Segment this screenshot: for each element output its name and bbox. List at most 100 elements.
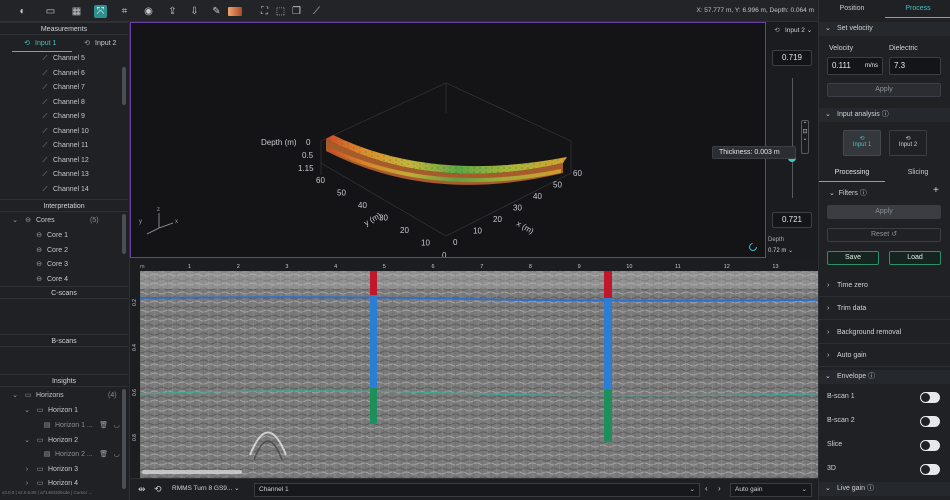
horizon2-sub[interactable]: ▤ Horizon 2 ... 🗑 ◡: [42, 448, 125, 462]
cscans-header[interactable]: C-scans: [0, 286, 128, 299]
trim-data-item[interactable]: › Trim data: [819, 298, 950, 320]
info-icon[interactable]: ⓘ: [860, 190, 867, 197]
3d-view[interactable]: Depth (m) 0 0.5 1.15 y (m) 60 50 40 30 20 10 0 x…: [130, 22, 766, 260]
measurements-header[interactable]: Measurements: [0, 22, 128, 35]
bscan-plot[interactable]: m 1 2 3 4 5 6 7 8 9 10 11 12 13 0.20.40.60.8: [130, 260, 819, 478]
channel-item[interactable]: ⟋ Channel 8: [40, 96, 85, 110]
trash-icon[interactable]: 🗑: [99, 419, 109, 433]
info-icon[interactable]: ⓘ: [882, 111, 889, 118]
dielectric-input[interactable]: 7.3: [889, 57, 941, 75]
bscan1-toggle[interactable]: [920, 392, 940, 403]
add-filter-icon[interactable]: +: [933, 185, 939, 196]
info-icon[interactable]: ⓘ: [867, 485, 874, 492]
crop-tool-icon[interactable]: ⌗: [118, 5, 131, 18]
horizon1-item[interactable]: ⌄ ▭ Horizon 1: [22, 404, 78, 418]
next-channel-icon[interactable]: ›: [718, 484, 721, 493]
core-marker-2[interactable]: [604, 271, 612, 442]
input1-tab[interactable]: ⟲ Input 1: [22, 37, 56, 51]
slider-lock-controls[interactable]: ⌃ ⊡ ⌄: [801, 120, 809, 154]
3d-toggle[interactable]: [920, 464, 940, 475]
set-velocity-header[interactable]: ⌄ Set velocity: [819, 22, 950, 36]
layout-tool-icon[interactable]: ▭: [44, 5, 57, 18]
horizon1-sub[interactable]: ▤ Horizon 1 ... 🗑 ◡: [42, 419, 125, 433]
bscan-view[interactable]: m 1 2 3 4 5 6 7 8 9 10 11 12 13 0.2 0.4 0.6 0.8: [130, 260, 819, 478]
reset-button[interactable]: Reset ↺: [827, 228, 941, 242]
colormap-swatch[interactable]: [228, 7, 242, 16]
3d-plot[interactable]: Depth (m) 00.51.15 y (m) 6050403020100 x…: [131, 23, 765, 260]
envelope-header[interactable]: ⌄ Envelope ⓘ: [819, 370, 950, 384]
input2-tab[interactable]: ⟲ Input 2: [82, 37, 116, 51]
channel-item[interactable]: ⟋ Channel 5: [40, 52, 85, 66]
color-tool-icon[interactable]: ✎: [210, 5, 223, 18]
tab-slicing[interactable]: Slicing: [885, 164, 950, 182]
depth-value-select[interactable]: 0.72 m ⌄: [768, 247, 793, 254]
filters-apply-button[interactable]: Apply: [827, 205, 941, 219]
channel-item[interactable]: ⟋ Channel 14: [40, 183, 89, 197]
fullscreen-icon[interactable]: ⛶: [258, 5, 271, 18]
export-icon[interactable]: ⇪: [166, 5, 179, 18]
channel-item[interactable]: ⟋ Channel 12: [40, 154, 89, 168]
core-item[interactable]: ⊖ Core 4: [34, 273, 68, 287]
insights-header[interactable]: Insights: [0, 374, 128, 387]
visibility-icon[interactable]: ◉: [142, 5, 155, 18]
bscans-header[interactable]: B-scans: [0, 334, 128, 347]
live-gain-header[interactable]: ⌄ Live gain ⓘ: [819, 482, 950, 496]
depth-bottom-value[interactable]: 0.721: [772, 212, 812, 228]
bscan2-toggle[interactable]: [920, 416, 940, 427]
channel-select[interactable]: Channel 1 ⌄: [254, 483, 700, 497]
file-select[interactable]: RMMS Turn 8 GS9... ⌄: [168, 483, 248, 497]
auto-gain-item[interactable]: › Auto gain: [819, 345, 950, 367]
grid-tool-icon[interactable]: ▦: [70, 5, 83, 18]
velocity-input[interactable]: 0.111 m/ns: [827, 57, 883, 75]
visible-icon[interactable]: ◡: [112, 419, 122, 433]
horizon3-item[interactable]: › ▭ Horizon 3: [22, 463, 78, 477]
load-button[interactable]: Load: [889, 251, 941, 265]
slice-toggle[interactable]: [920, 440, 940, 451]
input1-analysis-button[interactable]: ⟲ Input 1: [843, 130, 881, 156]
depth-top-value[interactable]: 0.719: [772, 50, 812, 66]
channel-item[interactable]: ⟋ Channel 13: [40, 168, 89, 182]
velocity-apply-button[interactable]: Apply: [827, 83, 941, 97]
cores-group[interactable]: ⌄ ⊖ Cores: [10, 214, 55, 228]
time-zero-item[interactable]: › Time zero: [819, 275, 950, 297]
prev-channel-icon[interactable]: ‹: [705, 484, 708, 493]
insights-scrollbar[interactable]: [122, 389, 126, 489]
download-icon[interactable]: ⇩: [188, 5, 201, 18]
input-select[interactable]: ⟲ Input 2 ⌄: [768, 25, 814, 39]
transform-tool-icon[interactable]: ⤧: [94, 5, 107, 18]
input2-analysis-button[interactable]: ⟲ Input 2: [889, 130, 927, 156]
tab-processing[interactable]: Processing: [819, 164, 885, 182]
channel-scrollbar[interactable]: [122, 67, 126, 105]
trash-icon[interactable]: 🗑: [99, 448, 109, 462]
channel-item[interactable]: ⟋ Channel 9: [40, 110, 85, 124]
background-removal-item[interactable]: › Background removal: [819, 322, 950, 344]
input-analysis-header[interactable]: ⌄ Input analysis ⓘ: [819, 108, 950, 122]
channel-item[interactable]: ⟋ Channel 10: [40, 125, 89, 139]
window-icon[interactable]: ❐: [290, 5, 303, 18]
depth-slider-track[interactable]: [792, 78, 793, 198]
tab-process[interactable]: Process: [885, 0, 950, 18]
input-icon[interactable]: ⟲: [154, 484, 162, 495]
save-button[interactable]: Save: [827, 251, 879, 265]
core-item[interactable]: ⊖ Core 3: [34, 258, 68, 272]
frame-icon[interactable]: ⬚: [274, 5, 287, 18]
gain-select[interactable]: Auto gain ⌄: [730, 483, 812, 497]
core-marker-1[interactable]: [370, 271, 377, 423]
tab-position[interactable]: Position: [819, 0, 885, 18]
horizon4-item[interactable]: › ▭ Horizon 4: [22, 477, 78, 491]
bscan-scrollbar[interactable]: [142, 470, 242, 474]
core-item[interactable]: ⊖ Core 2: [34, 244, 68, 258]
filters-header[interactable]: ⌄ Filters ⓘ: [829, 188, 867, 198]
info-icon[interactable]: ⓘ: [868, 373, 875, 380]
measure-icon[interactable]: ⟋: [310, 5, 323, 18]
pointer-tool-icon[interactable]: ◐: [16, 5, 29, 18]
visible-icon[interactable]: ◡: [112, 448, 122, 462]
channel-item[interactable]: ⟋ Channel 6: [40, 67, 85, 81]
channel-item[interactable]: ⟋ Channel 7: [40, 81, 85, 95]
interpretation-header[interactable]: Interpretation: [0, 199, 128, 212]
core-item[interactable]: ⊖ Core 1: [34, 229, 68, 243]
split-view-icon[interactable]: ⇹: [138, 484, 146, 495]
horizon2-item[interactable]: ⌄ ▭ Horizon 2: [22, 434, 78, 448]
cores-scrollbar[interactable]: [122, 214, 126, 254]
horizons-group[interactable]: ⌄ ▭ Horizons: [10, 389, 64, 403]
